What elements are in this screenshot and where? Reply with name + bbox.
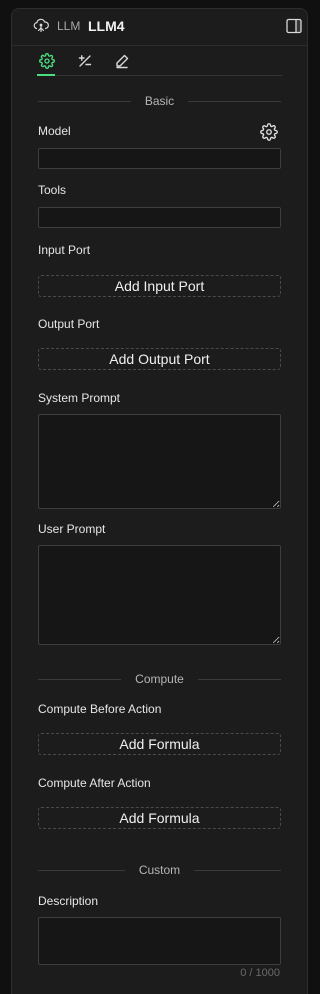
plus-minus-icon xyxy=(77,53,93,69)
model-label: Model xyxy=(38,124,71,138)
user-prompt-textarea[interactable] xyxy=(38,545,281,645)
input-port-label: Input Port xyxy=(38,243,91,257)
add-formula-after-button[interactable]: Add Formula xyxy=(38,807,281,829)
sidebar-toggle-icon[interactable] xyxy=(285,17,303,35)
divider-line xyxy=(194,869,281,871)
tools-label: Tools xyxy=(38,183,67,197)
gear-icon xyxy=(39,53,55,69)
system-prompt-label: System Prompt xyxy=(38,391,121,405)
tab-formula[interactable] xyxy=(77,53,93,69)
compute-before-label: Compute Before Action xyxy=(38,702,162,716)
divider-line xyxy=(188,100,281,102)
add-input-port-button[interactable]: Add Input Port xyxy=(38,275,281,297)
tab-edit[interactable] xyxy=(114,53,130,69)
gear-icon xyxy=(260,123,278,141)
compute-after-label: Compute After Action xyxy=(38,776,151,790)
tools-input[interactable] xyxy=(38,207,281,228)
node-type-label: LLM xyxy=(57,19,81,33)
user-prompt-label: User Prompt xyxy=(38,522,106,536)
description-char-counter: 0 / 1000 xyxy=(240,967,280,979)
model-input[interactable] xyxy=(38,148,281,169)
active-tab-indicator xyxy=(37,74,55,76)
panel-tabs xyxy=(37,45,282,76)
node-name[interactable]: LLM4 xyxy=(88,18,125,34)
divider-line xyxy=(38,678,122,680)
section-title-basic: Basic xyxy=(144,94,175,108)
add-formula-before-button[interactable]: Add Formula xyxy=(38,733,281,755)
llm-node-icon xyxy=(32,17,50,35)
divider-line xyxy=(38,869,125,871)
section-compute-divider: Compute xyxy=(38,669,282,689)
section-basic-divider: Basic xyxy=(38,91,281,111)
add-output-port-button[interactable]: Add Output Port xyxy=(38,348,281,370)
section-title-compute: Compute xyxy=(135,672,184,686)
divider-line xyxy=(197,678,282,680)
output-port-label: Output Port xyxy=(38,317,100,331)
panel-header: LLM LLM4 xyxy=(12,9,307,46)
divider-line xyxy=(38,100,131,102)
description-label: Description xyxy=(38,894,99,908)
section-custom-divider: Custom xyxy=(38,860,281,880)
pencil-icon xyxy=(114,53,130,69)
tab-settings[interactable] xyxy=(39,53,55,69)
description-textarea[interactable] xyxy=(38,917,281,965)
section-title-custom: Custom xyxy=(138,863,181,877)
node-settings-panel: LLM LLM4 Basic Model Tools Input Port Ad… xyxy=(11,8,308,994)
model-settings-button[interactable] xyxy=(260,123,278,141)
system-prompt-textarea[interactable] xyxy=(38,414,281,509)
